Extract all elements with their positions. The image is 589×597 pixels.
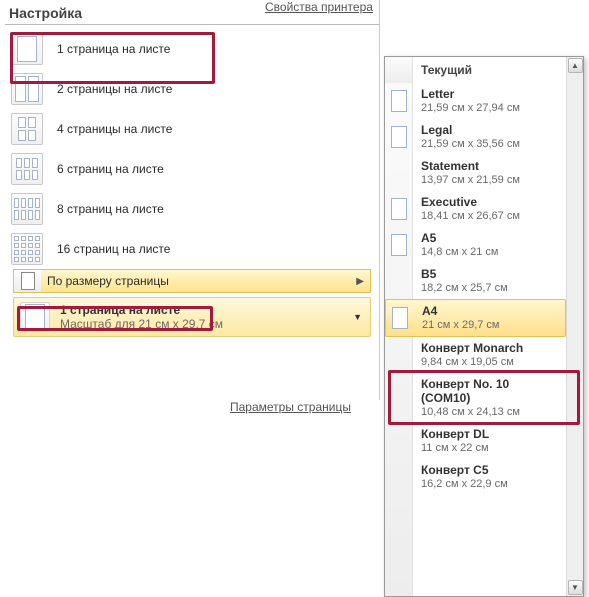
page-icon-8 [11, 193, 43, 225]
paper-dimensions: 18,2 см x 25,7 см [421, 281, 508, 295]
pages-per-sheet-6[interactable]: 6 страниц на листе [5, 149, 379, 189]
pages-per-sheet-2[interactable]: 2 страницы на листе [5, 69, 379, 109]
current-pages-per-sheet-dropdown[interactable]: 1 страница на листе Масштаб для 21 см x … [13, 297, 371, 337]
scroll-down-button[interactable]: ▼ [568, 580, 583, 595]
page-icon-16 [11, 233, 43, 265]
paper-name: Letter [421, 87, 520, 101]
selected-subtitle: Масштаб для 21 см x 29,7 см [60, 317, 223, 331]
paper-name: B5 [421, 267, 508, 281]
paper-icon [385, 234, 413, 256]
submenu-arrow-icon: ▶ [356, 276, 364, 287]
paper-name: A4 [422, 304, 500, 318]
paper-size-item[interactable]: A421 см x 29,7 см [385, 299, 566, 337]
flyout-header: Текущий [413, 57, 480, 83]
paper-name: Конверт Monarch [421, 341, 523, 355]
paper-size-flyout: Текущий Letter21,59 см x 27,94 смLegal21… [384, 56, 584, 597]
page-icon-2 [11, 73, 43, 105]
paper-dimensions: 13,97 см x 21,59 см [421, 173, 520, 187]
pages-per-sheet-4[interactable]: 4 страницы на листе [5, 109, 379, 149]
paper-size-item[interactable]: Конверт DL11 см x 22 см [385, 423, 566, 459]
paper-name: Конверт C5 [421, 463, 508, 477]
paper-icon [385, 90, 413, 112]
paper-dimensions: 10,48 см x 24,13 см [421, 405, 560, 419]
page-settings-link[interactable]: Параметры страницы [230, 400, 351, 414]
page-icon-1 [11, 33, 43, 65]
paper-icon [385, 198, 413, 220]
option-label: 4 страницы на листе [57, 122, 172, 136]
paper-dimensions: 16,2 см x 22,9 см [421, 477, 508, 491]
paper-dimensions: 21 см x 29,7 см [422, 318, 500, 332]
paper-name: Legal [421, 123, 520, 137]
scale-to-paper-size-menu[interactable]: По размеру страницы ▶ [13, 269, 371, 293]
option-label: 16 страниц на листе [57, 242, 170, 256]
paper-dimensions: 18,41 см x 26,67 см [421, 209, 520, 223]
divider [5, 24, 379, 25]
paper-dimensions: 11 см x 22 см [421, 441, 489, 455]
paper-size-item[interactable]: Statement13,97 см x 21,59 см [385, 155, 566, 191]
pages-per-sheet-1[interactable]: 1 страница на листе [5, 29, 379, 69]
scroll-up-button[interactable]: ▲ [568, 58, 583, 73]
paper-size-item[interactable]: B518,2 см x 25,7 см [385, 263, 566, 299]
dropdown-caret-icon: ▼ [353, 312, 362, 322]
page-icon-selected [20, 302, 50, 332]
paper-size-list: Letter21,59 см x 27,94 смLegal21,59 см x… [385, 83, 566, 596]
paper-dimensions: 21,59 см x 35,56 см [421, 137, 520, 151]
paper-size-item[interactable]: Конверт No. 10 (COM10)10,48 см x 24,13 с… [385, 373, 566, 423]
paper-name: Конверт No. 10 (COM10) [421, 377, 560, 405]
paper-icon [385, 126, 413, 148]
paper-name: Executive [421, 195, 520, 209]
paper-dimensions: 14,8 см x 21 см [421, 245, 499, 259]
paper-size-item[interactable]: Letter21,59 см x 27,94 см [385, 83, 566, 119]
option-label: 8 страниц на листе [57, 202, 164, 216]
settings-panel: Настройка 1 страница на листе 2 страницы… [5, 0, 380, 400]
paper-size-item[interactable]: Конверт C516,2 см x 22,9 см [385, 459, 566, 495]
paper-icon [386, 307, 414, 329]
pages-per-sheet-8[interactable]: 8 страниц на листе [5, 189, 379, 229]
paper-dimensions: 9,84 см x 19,05 см [421, 355, 523, 369]
pages-per-sheet-16[interactable]: 16 страниц на листе [5, 229, 379, 269]
scrollbar[interactable]: ▲ ▼ [566, 57, 583, 596]
paper-dimensions: 21,59 см x 27,94 см [421, 101, 520, 115]
settings-header: Настройка [5, 5, 379, 24]
selected-title: 1 страница на листе [60, 303, 223, 317]
paper-size-item[interactable]: Executive18,41 см x 26,67 см [385, 191, 566, 227]
page-icon-4 [11, 113, 43, 145]
paper-name: Конверт DL [421, 427, 489, 441]
option-label: 1 страница на листе [57, 42, 170, 56]
paper-size-item[interactable]: Конверт Monarch9,84 см x 19,05 см [385, 337, 566, 373]
paper-size-item[interactable]: A514,8 см x 21 см [385, 227, 566, 263]
paper-name: Statement [421, 159, 520, 173]
submenu-label: По размеру страницы [47, 274, 169, 288]
option-label: 2 страницы на листе [57, 82, 172, 96]
paper-size-item[interactable]: Legal21,59 см x 35,56 см [385, 119, 566, 155]
page-fit-icon [21, 272, 35, 290]
paper-name: A5 [421, 231, 499, 245]
page-icon-6 [11, 153, 43, 185]
option-label: 6 страниц на листе [57, 162, 164, 176]
